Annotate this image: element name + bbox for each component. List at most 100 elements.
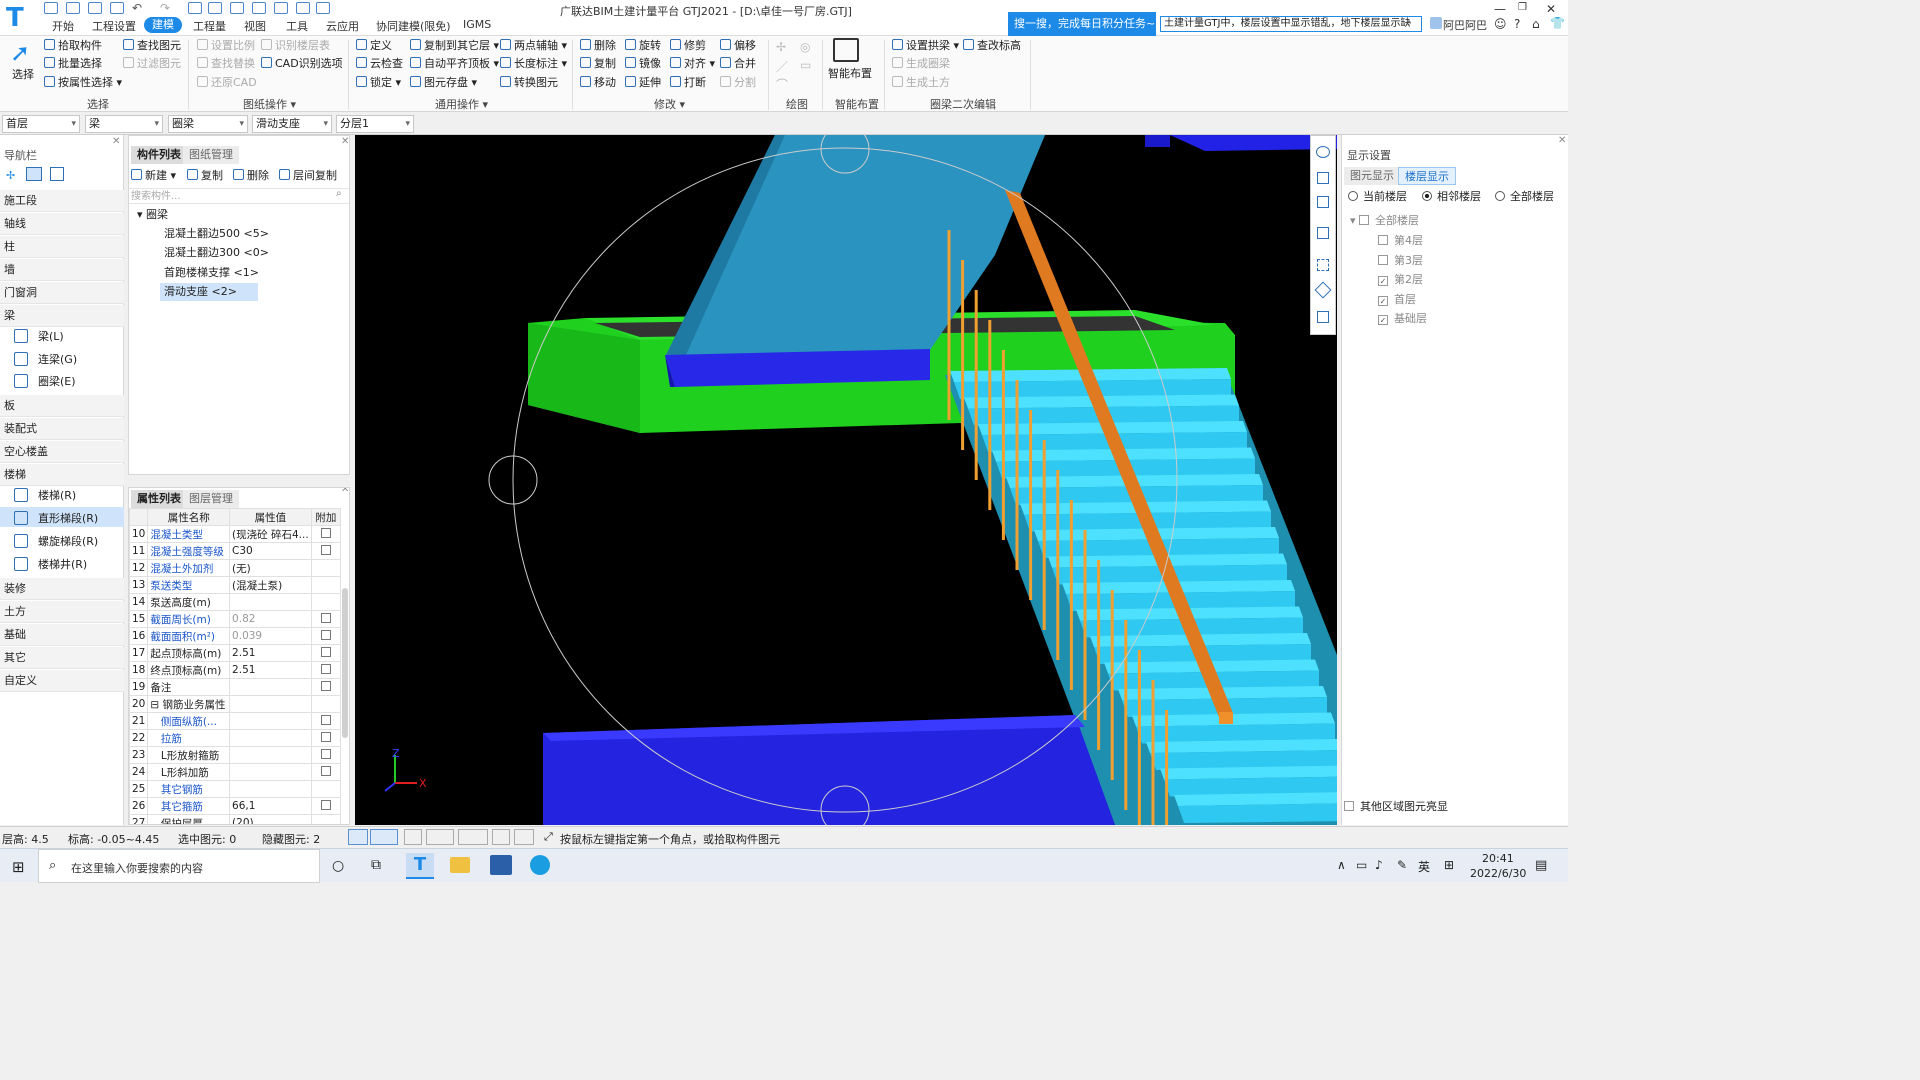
find-element-button[interactable]: 查找图元: [123, 38, 181, 54]
copy-component-button[interactable]: 复制: [187, 168, 223, 184]
extra-checkbox[interactable]: [320, 714, 331, 725]
tab-component-list[interactable]: 构件列表: [131, 146, 187, 164]
two-point-axis-button[interactable]: 两点辅轴 ▾: [500, 38, 567, 54]
lock-button[interactable]: 锁定 ▾: [356, 75, 401, 91]
layout-icon[interactable]: [296, 2, 310, 14]
find-replace-button[interactable]: 查找替换: [197, 56, 255, 72]
cross-mode-icon[interactable]: [404, 829, 422, 845]
property-extra[interactable]: [310, 763, 342, 781]
nav-pin-icon[interactable]: ✢: [6, 169, 15, 182]
property-extra[interactable]: [310, 542, 342, 560]
cad-app-icon[interactable]: [490, 855, 512, 875]
restore-icon[interactable]: ❐: [1518, 2, 1527, 13]
check-elevation-button[interactable]: 查改标高: [963, 38, 1021, 54]
clock-time[interactable]: 20:41: [1482, 852, 1514, 865]
prop-close-icon[interactable]: ✕: [341, 488, 349, 495]
extra-checkbox[interactable]: [320, 663, 331, 674]
property-row[interactable]: 22 拉筋: [129, 729, 342, 747]
nav-item-beam[interactable]: 梁(L): [14, 328, 64, 346]
property-extra[interactable]: [310, 814, 342, 824]
tree-root-ring-beam[interactable]: ▾ 圈梁: [137, 206, 168, 224]
filter-element-button[interactable]: 过滤图元: [123, 56, 181, 72]
property-extra[interactable]: [310, 576, 342, 594]
floor-check-item[interactable]: ✓ 基础层: [1378, 311, 1427, 331]
nav-cat-construction-stage[interactable]: 施工段: [0, 190, 124, 212]
property-extra[interactable]: [310, 797, 342, 815]
orbit-view-icon[interactable]: [1316, 146, 1330, 158]
task-view-icon[interactable]: ⧉: [371, 857, 381, 873]
gen-ring-beam-button[interactable]: 生成圈梁: [892, 56, 950, 72]
trim-button[interactable]: 修剪: [670, 38, 706, 54]
3d-viewport[interactable]: Z X: [355, 135, 1337, 825]
menu-collab[interactable]: 协同建模(限免): [376, 18, 451, 34]
help-search-input[interactable]: 土建计量GTJ中，楼层设置中显示错乱，地下楼层显示缺: [1160, 16, 1422, 32]
property-extra[interactable]: [310, 525, 342, 543]
dynamic-view-icon[interactable]: [1317, 227, 1329, 239]
search-icon[interactable]: ⌕: [1406, 16, 1412, 30]
windows-start-icon[interactable]: ⊞: [12, 858, 25, 876]
skin-icon[interactable]: 👕: [1550, 16, 1565, 30]
floor-check-item[interactable]: ✓ 首层: [1378, 292, 1427, 312]
type-select[interactable]: 圈梁: [168, 115, 248, 133]
nav-cat-foundation[interactable]: 基础: [0, 624, 124, 646]
gtj-app-icon[interactable]: T: [406, 853, 434, 879]
merge-button[interactable]: 合并: [720, 56, 756, 72]
angle-mode-icon[interactable]: [426, 829, 454, 845]
property-extra[interactable]: [310, 593, 342, 611]
extra-checkbox[interactable]: [320, 527, 331, 538]
notification-icon[interactable]: ▤: [1535, 858, 1547, 873]
copy-button[interactable]: 复制: [580, 56, 616, 72]
menu-quantity[interactable]: 工程量: [193, 18, 226, 34]
property-row[interactable]: 16 截面面积(m²) 0.039: [129, 627, 342, 645]
table-icon[interactable]: [230, 2, 244, 14]
property-extra[interactable]: [310, 712, 342, 730]
rotate-button[interactable]: 旋转: [625, 38, 661, 54]
rect-draw-icon[interactable]: ▭: [800, 58, 811, 72]
property-extra[interactable]: [310, 661, 342, 679]
layer-mode-icon[interactable]: [492, 829, 510, 845]
property-row[interactable]: 14 泵送高度(m): [129, 593, 342, 611]
zoom-extent-icon[interactable]: [1317, 259, 1329, 271]
nav-cat-axis[interactable]: 轴线: [0, 213, 124, 235]
extra-checkbox[interactable]: [320, 646, 331, 657]
menu-start[interactable]: 开始: [52, 18, 74, 34]
nav-cat-door-window[interactable]: 门窗洞: [0, 282, 124, 304]
category-select[interactable]: 梁: [85, 115, 163, 133]
property-row[interactable]: 27 保护层厚... (20): [129, 814, 342, 824]
ime-language[interactable]: 英: [1418, 858, 1430, 875]
open-file-icon[interactable]: [66, 2, 80, 14]
nav-cat-hollow-floor[interactable]: 空心楼盖: [0, 441, 124, 463]
restore-cad-button[interactable]: 还原CAD: [197, 75, 257, 91]
extra-checkbox[interactable]: [320, 765, 331, 776]
ime-mode-icon[interactable]: ⊞: [1444, 858, 1454, 872]
component-select[interactable]: 滑动支座: [252, 115, 332, 133]
edge-browser-icon[interactable]: [530, 855, 550, 875]
user-name[interactable]: 阿巴阿巴: [1443, 17, 1487, 33]
tab-floor-display[interactable]: 楼层显示: [1398, 167, 1456, 185]
extra-checkbox[interactable]: [320, 629, 331, 640]
file-explorer-icon[interactable]: [450, 857, 470, 873]
nav-item-ring-beam[interactable]: 圈梁(E): [14, 373, 76, 391]
detail-view-icon[interactable]: [50, 167, 64, 181]
folder-icon[interactable]: [88, 2, 102, 14]
property-row[interactable]: 11 混凝土强度等级 C30: [129, 542, 342, 560]
offset-button[interactable]: 偏移: [720, 38, 756, 54]
tab-element-display[interactable]: 图元显示: [1344, 167, 1400, 185]
component-item[interactable]: 混凝土翻边300 <0>: [164, 244, 269, 262]
break-button[interactable]: 打断: [670, 75, 706, 91]
pick-element-button[interactable]: 拾取构件: [44, 38, 102, 54]
radio-all-floors[interactable]: 全部楼层: [1495, 189, 1554, 205]
nav-item-stair-well[interactable]: 楼梯井(R): [14, 556, 87, 574]
property-row[interactable]: 20 ⊟ 钢筋业务属性: [129, 695, 342, 713]
close-icon[interactable]: ✕: [1546, 2, 1556, 16]
layer-select[interactable]: 分层1: [336, 115, 414, 133]
gen-earth-button[interactable]: 生成土方: [892, 75, 950, 91]
list-view-icon[interactable]: [26, 167, 42, 181]
nav-cat-other[interactable]: 其它: [0, 647, 124, 669]
display-close-icon[interactable]: ✕: [1558, 135, 1566, 146]
component-search-input[interactable]: 搜索构件...: [129, 188, 349, 204]
property-extra[interactable]: [310, 627, 342, 645]
tab-layer-management[interactable]: 图层管理: [183, 490, 239, 508]
copy-to-floor-button[interactable]: 复制到其它层 ▾: [410, 38, 499, 54]
tray-expand-icon[interactable]: ∧: [1337, 858, 1346, 872]
